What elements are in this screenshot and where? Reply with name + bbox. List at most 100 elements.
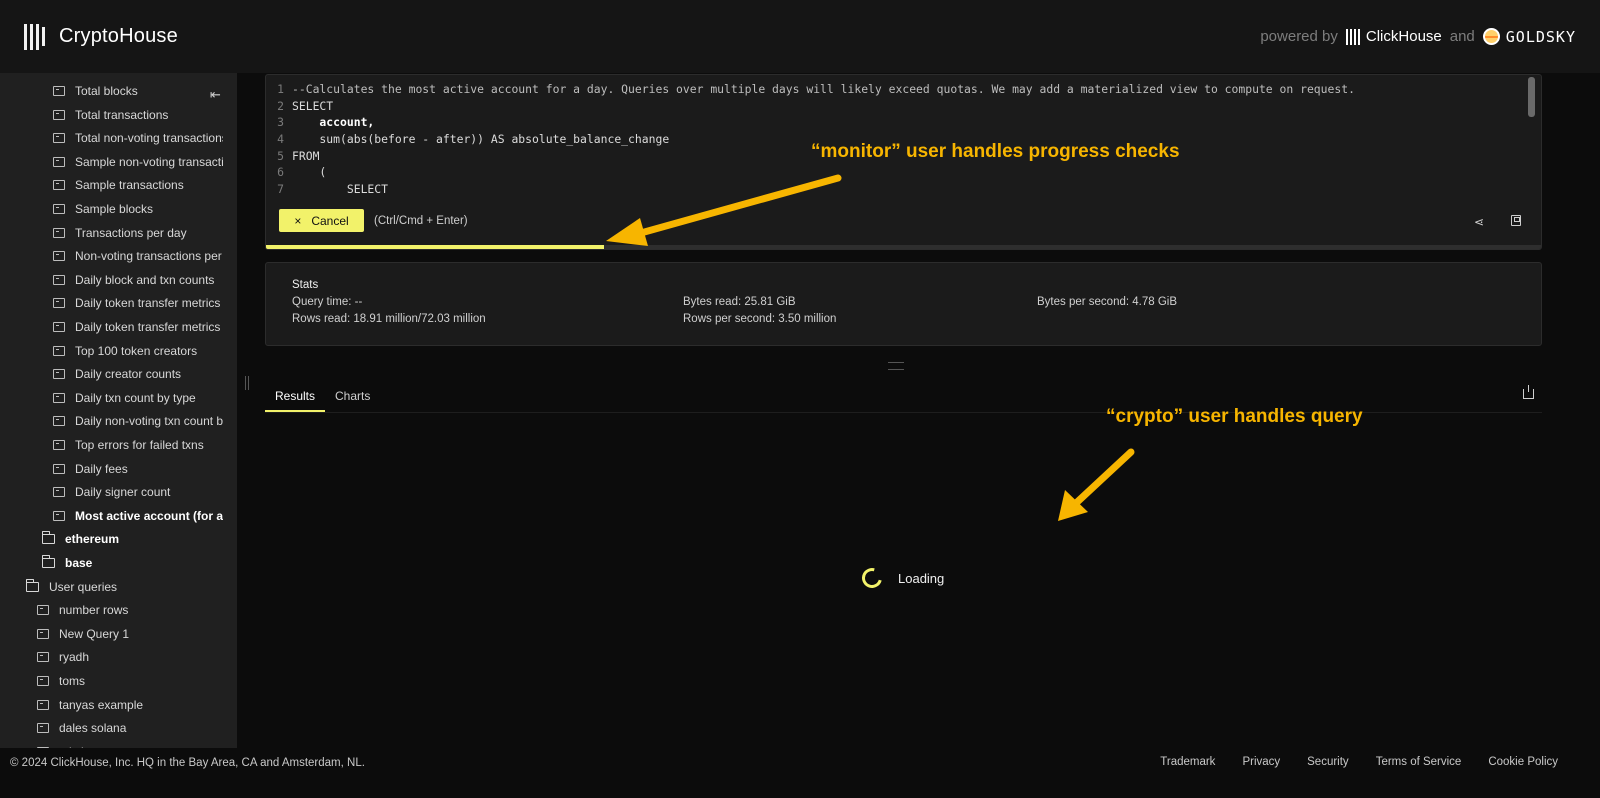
share-icon[interactable]: ⋖ [1474, 215, 1484, 229]
stat-bytes-read: Bytes read: 25.81 GiB [683, 296, 796, 308]
sidebar-item[interactable]: toms [37, 671, 223, 691]
code-area[interactable]: 1 --Calculates the most active account fo… [266, 81, 1528, 198]
save-icon[interactable] [1511, 215, 1521, 226]
sidebar-item[interactable]: number rows [37, 600, 223, 620]
sidebar-item[interactable]: Daily non-voting txn count by type [53, 411, 223, 431]
cancel-label: Cancel [311, 213, 349, 228]
download-icon[interactable] [1523, 385, 1534, 399]
clickhouse-label: ClickHouse [1365, 28, 1442, 45]
brand-name: CryptoHouse [59, 25, 178, 47]
query-file-icon [37, 628, 49, 639]
code-line[interactable]: 6 ( [266, 164, 1528, 181]
sidebar-item[interactable]: Daily token transfer metrics [53, 293, 223, 313]
sidebar-item[interactable]: dales solana [37, 718, 223, 738]
code-line[interactable]: 3 account, [266, 114, 1528, 131]
sidebar-item-label: Daily signer count [75, 485, 171, 500]
query-file-icon [53, 180, 65, 191]
sidebar-item[interactable]: User queries [26, 577, 223, 597]
code-line[interactable]: 1 --Calculates the most active account fo… [266, 81, 1528, 98]
sidebar-item-label: Sample blocks [75, 202, 154, 216]
code-line[interactable]: 7 SELECT [266, 181, 1528, 198]
sidebar-item-label: Sample transactions [75, 178, 184, 193]
query-file-icon [53, 510, 65, 521]
footer-link-terms[interactable]: Terms of Service [1376, 756, 1462, 768]
tab-charts[interactable]: Charts [325, 382, 380, 412]
sidebar-item-label: Total blocks [75, 84, 138, 98]
powered-by-label: powered by [1260, 28, 1338, 45]
sidebar-item[interactable]: New Query 1 [37, 624, 223, 644]
sidebar-item[interactable]: Daily fees [53, 459, 223, 479]
query-file-icon [37, 699, 49, 710]
line-number: 6 [277, 165, 284, 180]
sidebar: Total blocks Total transactions Total non-… [0, 73, 237, 748]
footer-link-cookie-policy[interactable]: Cookie Policy [1488, 756, 1558, 768]
sidebar-item[interactable]: ethereum [42, 529, 223, 549]
sidebar-item[interactable]: ryadh [37, 647, 223, 667]
query-file-icon [53, 227, 65, 238]
goldsky-link[interactable]: GOLDSKY [1482, 28, 1576, 46]
sidebar-item-label: Daily token transfer metrics [75, 320, 221, 334]
sidebar-item[interactable]: Daily txn count by type [53, 388, 223, 408]
sidebar-item[interactable]: Daily block and txn counts [53, 270, 223, 290]
stat-query-time: Query time: -- [292, 296, 363, 308]
brand[interactable]: CryptoHouse [24, 23, 178, 50]
tab-results[interactable]: Results [265, 382, 326, 412]
sidebar-item[interactable]: Sample blocks [53, 199, 223, 219]
query-progress-fill [266, 245, 604, 249]
panel-resize-handle[interactable] [888, 362, 904, 370]
sidebar-item[interactable]: Total transactions [53, 105, 223, 125]
sidebar-item[interactable]: Top 100 token creators [53, 341, 223, 361]
sidebar-item[interactable]: Daily signer count [53, 482, 223, 502]
editor-scrollbar[interactable] [1528, 77, 1535, 117]
code-line[interactable]: 2 SELECT [266, 98, 1528, 115]
sidebar-item[interactable]: Daily creator counts [53, 364, 223, 384]
sidebar-item[interactable]: Sample transactions [53, 175, 223, 195]
folder-icon [26, 578, 39, 592]
footer-link-trademark[interactable]: Trademark [1160, 756, 1215, 768]
folder-icon [42, 555, 55, 568]
code-text: sum(abs(before - after)) AS absolute_bal… [292, 132, 670, 147]
query-file-icon [53, 345, 65, 356]
sidebar-item[interactable]: base [42, 553, 223, 573]
sidebar-item-label: Sample non-voting transactions [75, 154, 223, 169]
sidebar-item-label: Most active account (for a day) [75, 508, 223, 523]
sidebar-item[interactable]: Daily token transfer metrics [53, 317, 223, 337]
sidebar-item-label: base [65, 556, 93, 570]
query-file-icon [53, 322, 65, 332]
sidebar-item[interactable]: Non-voting transactions per day [53, 246, 223, 266]
query-file-icon [53, 133, 65, 144]
query-file-icon [53, 274, 65, 285]
query-file-icon [37, 652, 49, 663]
sidebar-item-label: ethereum [65, 532, 120, 547]
sidebar-item[interactable]: Most active account (for a day) [53, 506, 223, 526]
stat-bytes-per-second: Bytes per second: 4.78 GiB [1037, 296, 1177, 308]
collapse-sidebar-icon[interactable]: ⇤ [210, 87, 221, 103]
query-file-icon [53, 463, 65, 474]
loading-indicator: Loading [858, 564, 944, 592]
sidebar-item-label: Daily token transfer metrics [75, 296, 221, 311]
cancel-button[interactable]: × Cancel [279, 209, 364, 232]
query-file-icon [37, 723, 49, 734]
code-text: SELECT [292, 98, 334, 113]
query-file-icon [53, 251, 65, 262]
sidebar-item[interactable]: Transactions per day [53, 223, 223, 243]
clickhouse-link[interactable]: ClickHouse [1345, 28, 1442, 45]
footer-links: Trademark Privacy Security Terms of Serv… [1133, 756, 1558, 768]
footer-link-privacy[interactable]: Privacy [1242, 756, 1280, 768]
sidebar-item-label: Transactions per day [75, 225, 187, 240]
code-text: account, [292, 115, 375, 130]
sidebar-item-label: ryadh [59, 650, 90, 665]
sidebar-item[interactable]: Sample non-voting transactions [53, 152, 223, 172]
run-shortcut-hint: (Ctrl/Cmd + Enter) [374, 215, 468, 227]
copyright: © 2024 ClickHouse, Inc. HQ in the Bay Ar… [10, 757, 365, 769]
sidebar-item-label: Total transactions [75, 107, 169, 122]
sidebar-item-label: dales solana [59, 721, 127, 736]
sidebar-resize-handle[interactable] [245, 376, 249, 390]
sidebar-item[interactable]: Total blocks [53, 81, 223, 101]
sidebar-item[interactable]: Top errors for failed txns [53, 435, 223, 455]
sidebar-item[interactable]: tanyas example [37, 695, 223, 715]
sidebar-item-label: Top errors for failed txns [75, 438, 204, 452]
footer-link-security[interactable]: Security [1307, 756, 1349, 768]
sidebar-item[interactable]: Total non-voting transactions [53, 128, 223, 148]
bottom-strip [0, 778, 1600, 798]
